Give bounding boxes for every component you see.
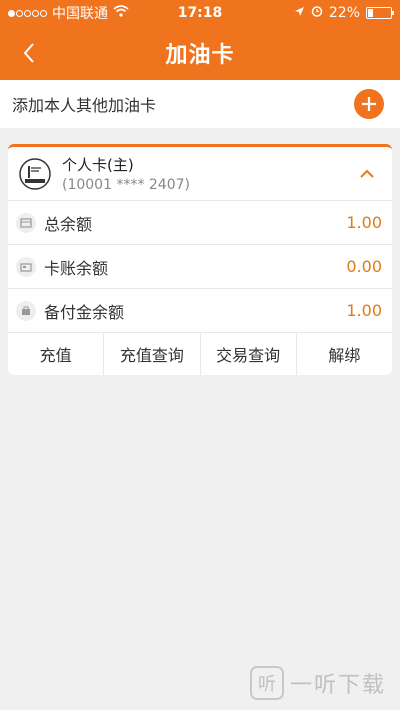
add-card-label: 添加本人其他加油卡 bbox=[12, 96, 157, 115]
chevron-up-icon bbox=[360, 169, 374, 178]
balance-row-reserve: 备付金余额 1.00 bbox=[8, 289, 392, 333]
card-header[interactable]: 个人卡(主) (10001 **** 2407) bbox=[8, 147, 392, 201]
wallet-icon bbox=[16, 212, 36, 233]
alarm-icon bbox=[311, 5, 323, 21]
card-number: (10001 **** 2407) bbox=[62, 177, 190, 193]
add-card-button[interactable] bbox=[354, 89, 384, 119]
balance-row-total: 总余额 1.00 bbox=[8, 201, 392, 245]
fuel-card: 个人卡(主) (10001 **** 2407) 总余额 1.00 卡账余额 0… bbox=[8, 144, 392, 375]
balance-label: 卡账余额 bbox=[44, 258, 109, 278]
unbind-button[interactable]: 解绑 bbox=[297, 333, 392, 375]
watermark: 听 一听下载 bbox=[249, 666, 386, 700]
recharge-button[interactable]: 充值 bbox=[8, 333, 105, 375]
balance-value: 0.00 bbox=[346, 257, 382, 276]
battery-icon bbox=[366, 7, 394, 19]
add-card-row[interactable]: 添加本人其他加油卡 bbox=[0, 80, 400, 128]
balance-label: 总余额 bbox=[44, 214, 93, 234]
signal-icon bbox=[8, 9, 47, 17]
watermark-logo-icon: 听 bbox=[249, 666, 284, 700]
sinopec-logo-icon bbox=[19, 157, 51, 190]
balance-label: 备付金余额 bbox=[44, 302, 125, 322]
plus-icon bbox=[362, 97, 376, 111]
recharge-query-button[interactable]: 充值查询 bbox=[104, 333, 201, 375]
watermark-text: 一听下载 bbox=[289, 673, 386, 698]
battery-percent: 22% bbox=[328, 5, 360, 21]
location-icon bbox=[294, 5, 305, 21]
battery-level bbox=[368, 9, 373, 17]
back-arrow-icon bbox=[23, 43, 34, 63]
balance-value: 1.00 bbox=[346, 213, 382, 232]
header: 中国联通 17:18 22% 加油卡 bbox=[0, 0, 400, 80]
card-actions: 充值 充值查询 交易查询 解绑 bbox=[8, 333, 392, 375]
card-name: 个人卡(主) bbox=[62, 156, 134, 174]
card-icon bbox=[16, 256, 36, 277]
carrier-label: 中国联通 bbox=[52, 6, 108, 22]
status-bar: 中国联通 17:18 22% bbox=[0, 0, 400, 26]
balance-row-card-account: 卡账余额 0.00 bbox=[8, 245, 392, 289]
wifi-icon bbox=[113, 5, 129, 21]
back-button[interactable] bbox=[14, 38, 44, 68]
navbar: 加油卡 bbox=[0, 26, 400, 80]
collapse-button[interactable] bbox=[352, 159, 382, 189]
reserve-icon bbox=[16, 300, 36, 321]
balance-value: 1.00 bbox=[346, 301, 382, 320]
transaction-query-button[interactable]: 交易查询 bbox=[201, 333, 297, 375]
page-title: 加油卡 bbox=[165, 43, 235, 68]
